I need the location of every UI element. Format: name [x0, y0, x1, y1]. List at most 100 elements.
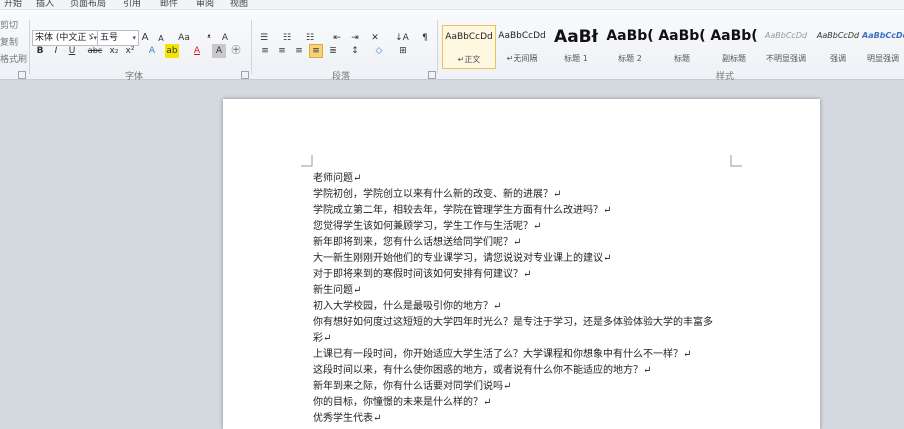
style-sample: AaBb(: [606, 28, 654, 44]
crop-mark-icon: [730, 155, 742, 167]
clipboard-launcher-icon[interactable]: [18, 71, 26, 79]
style-no-spacing[interactable]: AaBbCcDd ↵无间隔: [496, 25, 548, 67]
doc-paragraph[interactable]: 大一新生刚刚开始他们的专业课学习，请您说说对专业课上的建议↵: [313, 251, 611, 267]
tab-review[interactable]: 审阅: [196, 0, 214, 9]
doc-paragraph[interactable]: 您觉得学生该如何兼顾学习，学生工作与生活呢？↵: [313, 219, 541, 235]
tab-references[interactable]: 引用: [123, 0, 141, 9]
style-name: 副标题: [722, 54, 746, 63]
crop-mark-icon: [301, 155, 313, 167]
font-size-value: 五号: [100, 33, 119, 43]
tab-insert[interactable]: 插入: [36, 0, 54, 9]
doc-paragraph[interactable]: 新生问题↵: [313, 283, 361, 299]
doc-paragraph[interactable]: 对于即将来到的寒假时间该如何安排有何建议？↵: [313, 267, 531, 283]
style-sample: AaBbCcDd: [862, 31, 904, 40]
style-sample: AaBb(: [658, 28, 706, 44]
style-emphasis[interactable]: AaBbCcDd 强调: [812, 25, 864, 67]
font-color-icon[interactable]: A: [190, 44, 204, 58]
font-group-label: 字体: [125, 72, 144, 82]
bold-button[interactable]: B: [33, 44, 47, 58]
char-shade-icon[interactable]: A: [212, 44, 226, 58]
style-name: 标题: [674, 54, 690, 63]
paragraph-group-label: 段落: [332, 72, 351, 82]
numbering-icon[interactable]: ☷: [280, 31, 294, 45]
style-intense-emphasis[interactable]: AaBbCcDd 明显强调: [862, 25, 904, 67]
style-sample: AaBbCcDd: [816, 31, 860, 40]
align-left-icon[interactable]: ≡: [258, 44, 272, 58]
style-subtitle[interactable]: AaBb( 副标题: [708, 25, 760, 67]
phonetic-guide-icon[interactable]: ᵜ: [202, 31, 216, 45]
style-sample: AaBbCcDd: [764, 31, 808, 40]
tab-page-layout[interactable]: 页面布局: [70, 0, 106, 9]
format-painter-button[interactable]: 格式刷: [0, 52, 27, 65]
italic-button[interactable]: I: [49, 44, 63, 58]
paragraph-launcher-icon[interactable]: [428, 71, 436, 79]
text-effect-icon[interactable]: A: [145, 44, 159, 58]
justify-icon[interactable]: ≡: [309, 44, 323, 58]
tab-view[interactable]: 视图: [230, 0, 248, 9]
line-spacing-icon[interactable]: ↕: [348, 44, 362, 58]
style-sample: AaBbCcDd: [445, 32, 493, 42]
align-right-icon[interactable]: ≡: [292, 44, 306, 58]
group-separator: [29, 20, 30, 74]
tab-home[interactable]: 开始: [4, 0, 22, 9]
style-name: ↵无间隔: [506, 54, 538, 63]
doc-paragraph[interactable]: 彩↵: [313, 331, 331, 347]
copy-button[interactable]: 复制: [0, 35, 18, 48]
doc-paragraph[interactable]: 上课已有一段时间，你开始适应大学生活了么？大学课程和你想象中有什么不一样？↵: [313, 347, 691, 363]
style-subtle-emphasis[interactable]: AaBbCcDd 不明显强调: [760, 25, 812, 67]
shading-icon[interactable]: ◇: [372, 44, 386, 58]
document-page[interactable]: 老师问题↵ 学院初创，学院创立以来有什么新的改变、新的进展？↵ 学院成立第二年，…: [223, 99, 820, 429]
menu-bar: 开始 插入 页面布局 引用 邮件 审阅 视图: [0, 0, 904, 10]
group-separator: [437, 20, 438, 74]
style-heading-1[interactable]: AaBł 标题 1: [550, 25, 602, 67]
styles-group-label: 样式: [716, 72, 735, 82]
style-name: ↵正文: [457, 55, 481, 64]
show-marks-icon[interactable]: ¶: [418, 31, 432, 45]
ribbon: 剪切 复制 格式刷 宋体 (中文正ゞ ▾ 五号 ▾ A A Aa ᵜ A B I…: [0, 10, 904, 82]
doc-paragraph[interactable]: 老师问题↵: [313, 171, 361, 187]
highlight-icon[interactable]: ab: [165, 44, 179, 58]
enclose-char-icon[interactable]: ㊉: [229, 44, 243, 58]
doc-paragraph[interactable]: 新年到来之际，你有什么话要对同学们说吗↵: [313, 379, 511, 395]
strikethrough-button[interactable]: abc: [86, 44, 104, 58]
doc-paragraph[interactable]: 这段时间以来，有什么使你困惑的地方，或者说有什么你不能适应的地方？↵: [313, 363, 651, 379]
distributed-icon[interactable]: ≣: [326, 44, 340, 58]
grow-font-icon[interactable]: A: [138, 31, 152, 45]
style-name: 明显强调: [867, 54, 899, 63]
style-name: 标题 2: [618, 54, 642, 63]
chevron-down-icon: ▾: [132, 34, 136, 42]
change-case-icon[interactable]: Aa: [175, 31, 193, 45]
style-heading-2[interactable]: AaBb( 标题 2: [604, 25, 656, 67]
align-center-icon[interactable]: ≡: [275, 44, 289, 58]
cut-button[interactable]: 剪切: [0, 18, 18, 31]
style-name: 不明显强调: [766, 54, 806, 63]
subscript-button[interactable]: x₂: [107, 44, 121, 58]
style-normal[interactable]: AaBbCcDd ↵正文: [442, 25, 496, 69]
increase-indent-icon[interactable]: ⇥: [348, 31, 362, 45]
superscript-button[interactable]: x²: [123, 44, 137, 58]
sort-icon[interactable]: ↓A: [393, 31, 411, 45]
style-sample: AaBbCcDd: [498, 31, 546, 41]
multilevel-list-icon[interactable]: ☷: [303, 31, 317, 45]
doc-paragraph[interactable]: 新年即将到来，您有什么话想送给同学们呢？↵: [313, 235, 521, 251]
font-launcher-icon[interactable]: [241, 71, 249, 79]
doc-paragraph[interactable]: 学院成立第二年，相较去年，学院在管理学生方面有什么改进吗？↵: [313, 203, 611, 219]
doc-paragraph[interactable]: 优秀学生代表↵: [313, 411, 381, 427]
style-sample: AaBł: [554, 27, 598, 47]
bullets-icon[interactable]: ☰: [257, 31, 271, 45]
decrease-indent-icon[interactable]: ⇤: [330, 31, 344, 45]
font-name-value: 宋体 (中文正ゞ: [35, 33, 96, 43]
borders-icon[interactable]: ⊞: [396, 44, 410, 58]
doc-paragraph[interactable]: 初入大学校园，什么是最吸引你的地方？↵: [313, 299, 501, 315]
style-name: 强调: [830, 54, 846, 63]
char-border-icon[interactable]: A: [218, 31, 232, 45]
chinese-layout-icon[interactable]: ✕: [368, 31, 382, 45]
style-title[interactable]: AaBb( 标题: [656, 25, 708, 67]
group-separator: [251, 20, 252, 74]
doc-paragraph[interactable]: 你有想好如何度过这短短的大学四年时光么？是专注于学习，还是多体验体验大学的丰富多: [313, 315, 713, 331]
underline-button[interactable]: U: [65, 44, 79, 58]
doc-paragraph[interactable]: 学院初创，学院创立以来有什么新的改变、新的进展？↵: [313, 187, 561, 203]
style-name: 标题 1: [564, 54, 588, 63]
doc-paragraph[interactable]: 你的目标，你憧憬的未来是什么样的？↵: [313, 395, 491, 411]
tab-mailings[interactable]: 邮件: [160, 0, 178, 9]
